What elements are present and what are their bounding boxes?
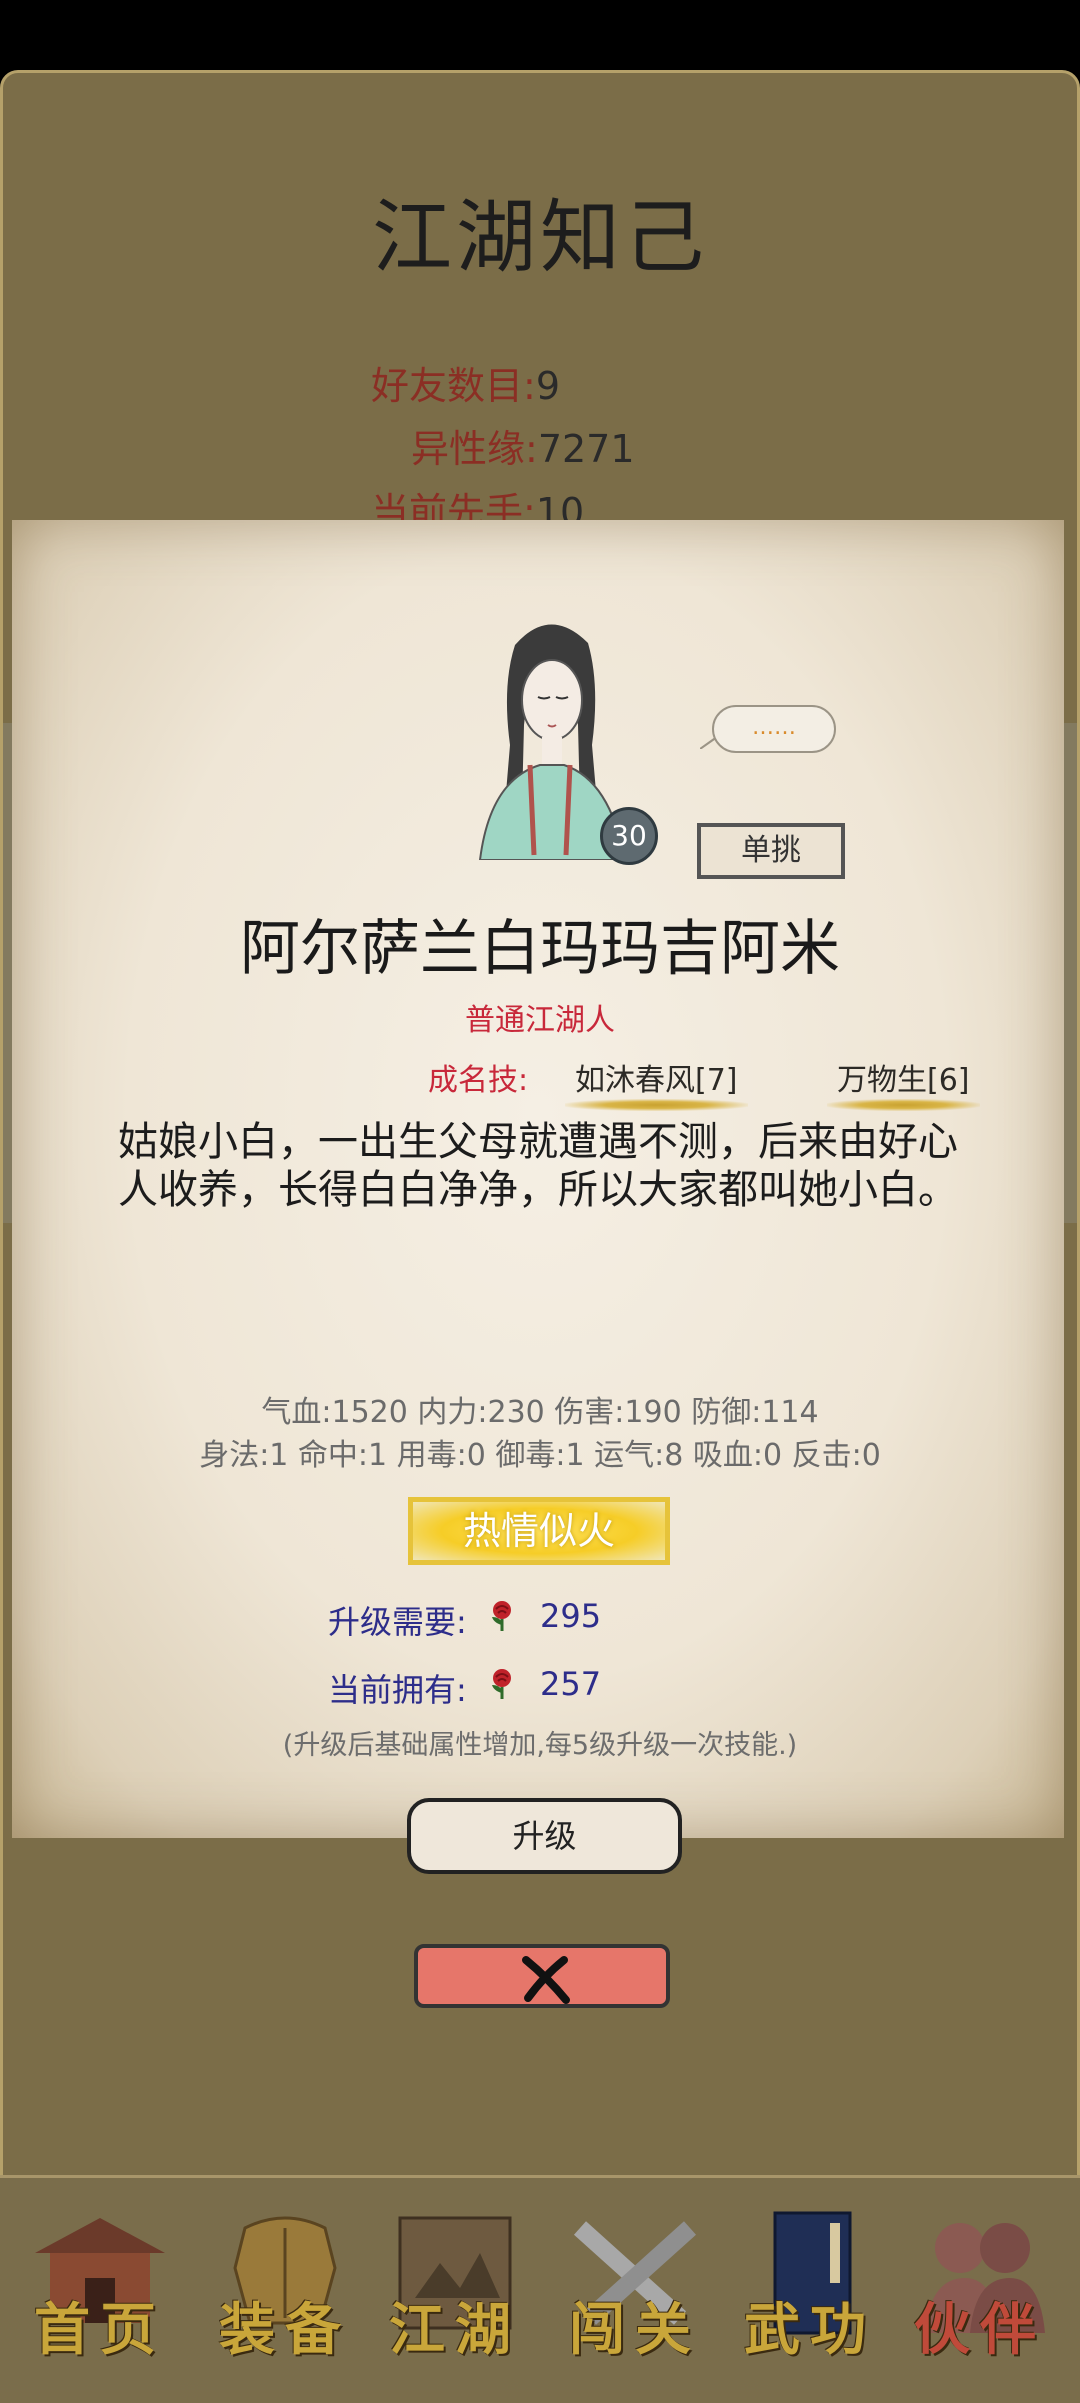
upgrade-button[interactable]: 升级 bbox=[407, 1798, 682, 1874]
nav-label[interactable]: 装备 bbox=[195, 2285, 375, 2366]
friends-value: 9 bbox=[535, 364, 560, 408]
upgrade-need-label: 升级需要: bbox=[328, 1603, 467, 1641]
speech-bubble: …… bbox=[712, 705, 836, 753]
close-button[interactable] bbox=[414, 1944, 670, 2008]
friends-label: 好友数目: bbox=[371, 364, 536, 408]
close-icon bbox=[522, 1956, 570, 2004]
nav-label[interactable]: 武功 bbox=[720, 2285, 900, 2366]
partner-rank: 普通江湖人 bbox=[465, 1003, 615, 1038]
rose-icon bbox=[492, 1669, 511, 1699]
skill-item[interactable]: 万物生[6] bbox=[827, 1055, 980, 1111]
affinity-label: 异性缘: bbox=[411, 427, 538, 471]
skill-underline bbox=[827, 1099, 980, 1111]
nav-label[interactable]: 闯关 bbox=[545, 2285, 725, 2366]
nav-label[interactable]: 江湖 bbox=[365, 2285, 545, 2366]
partner-name: 阿尔萨兰白玛玛吉阿米 bbox=[240, 914, 840, 984]
mood-badge[interactable]: 热情似火 bbox=[408, 1497, 670, 1565]
partner-bio: 姑娘小白，一出生父母就遭遇不测，后来由好心人收养，长得白白净净，所以大家都叫她小… bbox=[118, 1119, 958, 1213]
skill-label: 万物生[6] bbox=[837, 1063, 970, 1098]
nav-label[interactable]: 伙伴 bbox=[890, 2285, 1070, 2366]
attributes-line-1: 气血:1520 内力:230 伤害:190 防御:114 bbox=[261, 1395, 819, 1430]
skill-label: 如沐春风[7] bbox=[575, 1063, 738, 1098]
signature-skills-label: 成名技: bbox=[428, 1063, 529, 1098]
skill-underline bbox=[565, 1099, 748, 1111]
affinity-value: 7271 bbox=[537, 427, 635, 471]
nav-label[interactable]: 首页 bbox=[10, 2285, 190, 2366]
current-have-value: 257 bbox=[540, 1665, 602, 1703]
upgrade-note: (升级后基础属性增加,每5级升级一次技能.) bbox=[282, 1730, 798, 1761]
upgrade-need-value: 295 bbox=[540, 1597, 602, 1635]
current-have-label: 当前拥有: bbox=[328, 1671, 467, 1709]
upgrade-requirement: 升级需要: 295 bbox=[328, 1597, 601, 1643]
friends-count: 好友数目:9 bbox=[371, 355, 560, 410]
page-title: 江湖知己 bbox=[372, 191, 708, 284]
skill-item[interactable]: 如沐春风[7] bbox=[565, 1055, 748, 1111]
rose-icon bbox=[492, 1601, 511, 1631]
current-owned: 当前拥有: 257 bbox=[328, 1665, 601, 1711]
duel-button[interactable]: 单挑 bbox=[697, 823, 845, 879]
affinity-stat: 异性缘:7271 bbox=[411, 418, 635, 473]
attributes-line-2: 身法:1 命中:1 用毒:0 御毒:1 运气:8 吸血:0 反击:0 bbox=[199, 1438, 881, 1473]
level-badge: 30 bbox=[600, 807, 658, 865]
